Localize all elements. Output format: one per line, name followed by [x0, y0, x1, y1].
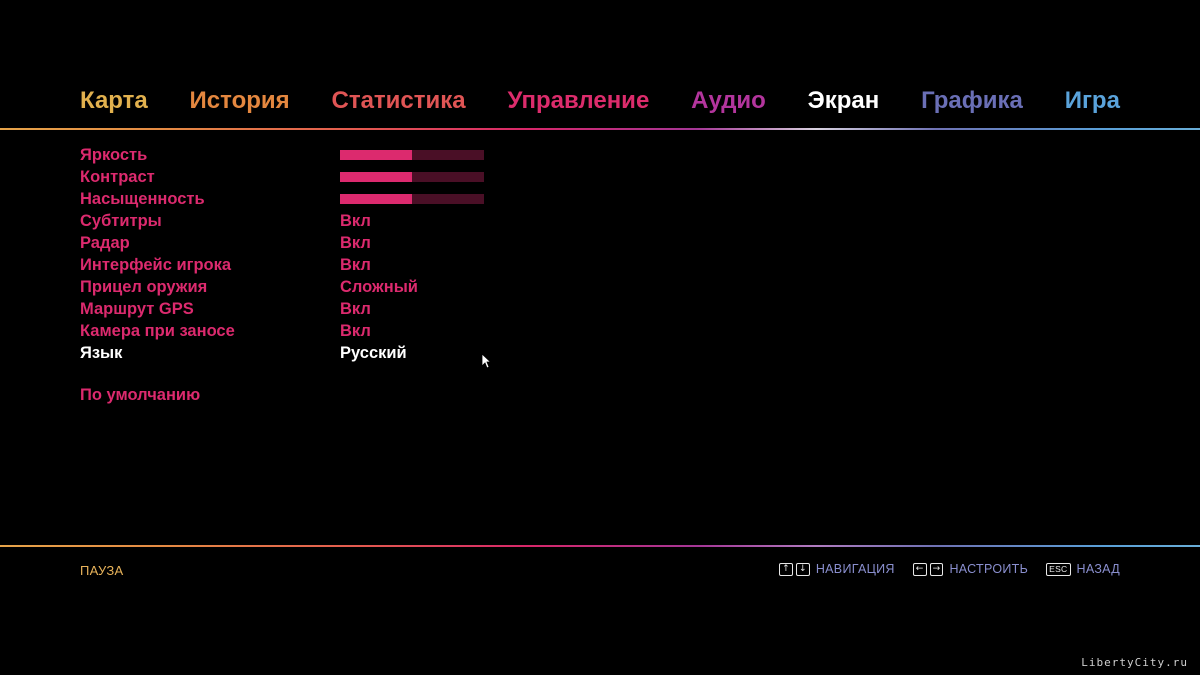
- setting-value[interactable]: Вкл: [340, 212, 371, 231]
- tab-stats[interactable]: Статистика: [331, 87, 465, 115]
- top-divider: [0, 128, 1200, 130]
- pause-label: ПАУЗА: [80, 563, 124, 578]
- menu-tabs: Карта История Статистика Управление Аудио Экр…: [80, 86, 1120, 116]
- setting-label: Интерфейс игрока: [80, 255, 232, 274]
- tab-map[interactable]: Карта: [80, 87, 148, 115]
- slider-fill: [340, 172, 412, 182]
- setting-value[interactable]: Вкл: [340, 322, 371, 341]
- navigate-hint: ↑ ↓ НАВИГАЦИЯ: [779, 562, 895, 576]
- setting-drift-camera[interactable]: Камера при заносе Вкл: [80, 320, 500, 342]
- keycap-icon: ←: [912, 562, 927, 576]
- slider-fill: [340, 194, 412, 204]
- hint-label: НАВИГАЦИЯ: [815, 562, 895, 576]
- control-hints: ↑ ↓ НАВИГАЦИЯ ← → НАСТРОИТЬ ESC НАЗАД: [779, 562, 1120, 576]
- keycap-icon: →: [929, 562, 944, 576]
- tab-audio[interactable]: Аудио: [691, 87, 766, 115]
- tab-controls[interactable]: Управление: [507, 87, 649, 115]
- key-icons: ↑ ↓: [779, 562, 810, 576]
- setting-label: Яркость: [80, 145, 148, 164]
- setting-value[interactable]: Вкл: [340, 300, 371, 319]
- mouse-cursor-icon: [481, 353, 491, 369]
- setting-slider[interactable]: [340, 172, 484, 182]
- site-watermark: LibertyCity.ru: [1081, 656, 1188, 669]
- hint-label: НАЗАД: [1076, 562, 1120, 576]
- setting-contrast[interactable]: Контраст: [80, 166, 500, 188]
- restore-defaults-button[interactable]: По умолчанию: [80, 386, 200, 405]
- key-icons: ← →: [912, 562, 944, 576]
- setting-label: Прицел оружия: [80, 277, 208, 296]
- hint-label: НАСТРОИТЬ: [949, 562, 1029, 576]
- setting-subtitles[interactable]: Субтитры Вкл: [80, 210, 500, 232]
- setting-language[interactable]: Язык Русский: [80, 342, 500, 364]
- back-hint: ESC НАЗАД: [1046, 562, 1120, 576]
- setting-label: Субтитры: [80, 211, 162, 230]
- keycap-icon: ESC: [1046, 562, 1071, 576]
- setting-brightness[interactable]: Яркость: [80, 144, 500, 166]
- bottom-divider: [0, 545, 1200, 547]
- setting-saturation[interactable]: Насыщенность: [80, 188, 500, 210]
- tab-display[interactable]: Экран: [808, 87, 880, 115]
- setting-value[interactable]: Сложный: [340, 278, 418, 297]
- setting-gps-route[interactable]: Маршрут GPS Вкл: [80, 298, 500, 320]
- keycap-icon: ↑: [779, 562, 793, 576]
- key-icons: ESC: [1046, 562, 1071, 576]
- tab-story[interactable]: История: [190, 87, 290, 115]
- setting-label: Насыщенность: [80, 189, 205, 208]
- slider-fill: [340, 150, 412, 160]
- setting-label: Контраст: [80, 167, 155, 186]
- setting-value[interactable]: Русский: [340, 344, 407, 363]
- display-settings-list: Яркость Контраст Насыщенность Субтитры Вкл Ра…: [80, 144, 500, 364]
- tab-graphics[interactable]: Графика: [921, 87, 1023, 115]
- setting-weapon-target[interactable]: Прицел оружия Сложный: [80, 276, 500, 298]
- tab-game[interactable]: Игра: [1065, 87, 1120, 115]
- keycap-icon: ↓: [796, 562, 810, 576]
- setting-label: Язык: [80, 343, 123, 362]
- setting-value[interactable]: Вкл: [340, 234, 371, 253]
- setting-slider[interactable]: [340, 194, 484, 204]
- setting-value[interactable]: Вкл: [340, 256, 371, 275]
- setting-slider[interactable]: [340, 150, 484, 160]
- setting-label: Маршрут GPS: [80, 299, 194, 318]
- setting-radar[interactable]: Радар Вкл: [80, 232, 500, 254]
- setting-label: Радар: [80, 233, 130, 252]
- settings-screen: Карта История Статистика Управление Аудио Экр…: [0, 0, 1200, 675]
- setting-hud[interactable]: Интерфейс игрока Вкл: [80, 254, 500, 276]
- setting-label: Камера при заносе: [80, 321, 235, 340]
- adjust-hint: ← → НАСТРОИТЬ: [912, 562, 1029, 576]
